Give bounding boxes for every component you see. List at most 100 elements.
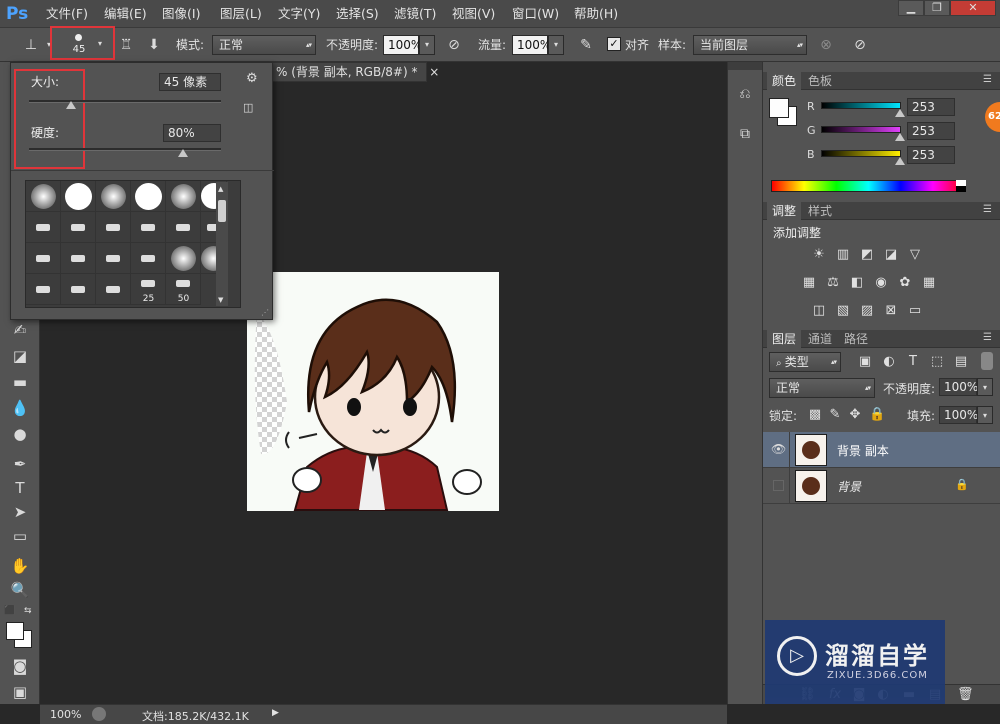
brush-preset[interactable] [96,274,131,305]
brush-preset[interactable] [166,243,201,274]
lock-all-icon[interactable]: 🔒 [869,408,885,422]
menu-view[interactable]: 视图(V) [452,0,495,28]
filter-shape-icon[interactable]: ⬚ [929,355,945,369]
panel-menu-icon[interactable]: ☰ [983,332,992,343]
tab-swatches[interactable]: 色板 [803,72,837,90]
channel-slider-thumb[interactable] [895,109,906,117]
brush-preset[interactable] [96,212,131,243]
menu-select[interactable]: 选择(S) [336,0,379,28]
clone-source-panel-icon[interactable]: ♖ [116,35,136,55]
close-icon[interactable]: ✕ [950,0,996,16]
visibility-eye-icon[interactable]: 👁 [771,442,786,456]
brush-preset[interactable] [26,274,61,305]
pressure-size-icon[interactable]: ⊘ [850,35,870,55]
invert-icon[interactable]: ◫ [811,304,827,318]
black-white-icon[interactable]: ◧ [849,276,865,290]
hardness-input[interactable]: 80% [163,124,221,142]
new-preset-icon[interactable]: ◫ [243,101,253,114]
brush-picker-dropdown-icon[interactable]: ▾ [94,35,106,55]
swap-colors-icon[interactable]: ⇆ [24,606,32,616]
tab-layers[interactable]: 图层 [767,330,802,348]
layer-name[interactable]: 背景 副本 [837,442,889,459]
tab-styles[interactable]: 样式 [803,202,837,220]
filter-toggle[interactable] [981,352,993,370]
flow-input[interactable]: 100% [512,35,551,55]
foreground-color-swatch[interactable] [6,622,24,640]
restore-icon[interactable]: ❐ [924,0,950,16]
posterize-icon[interactable]: ▧ [835,304,851,318]
clone-source-panel-icon[interactable]: ⧉ [734,124,756,144]
brush-preset[interactable] [26,243,61,274]
color-spectrum-bar[interactable] [771,180,966,192]
lock-position-icon[interactable]: ✥ [847,408,863,422]
tab-paths[interactable]: 路径 [839,330,873,348]
quick-mask-icon[interactable]: ◙ [6,654,34,678]
channel-slider-b[interactable] [821,150,901,157]
gradient-tool-icon[interactable]: ▬ [6,370,34,394]
photo-filter-icon[interactable]: ◉ [873,276,889,290]
eraser-tool-icon[interactable]: ◪ [6,344,34,368]
channel-slider-r[interactable] [821,102,901,109]
document-canvas[interactable] [247,272,499,511]
brightness-icon[interactable]: ☀ [811,248,827,262]
fill-dropdown-icon[interactable]: ▾ [977,406,993,424]
hand-tool-icon[interactable]: ✋ [6,554,34,578]
color-balance-icon[interactable]: ⚖ [825,276,841,290]
scroll-down-icon[interactable]: ▼ [218,296,223,304]
pen-tool-icon[interactable]: ✒ [6,452,34,476]
channel-slider-thumb[interactable] [895,157,906,165]
history-panel-icon[interactable]: ⎌ [734,84,756,104]
layer-row[interactable]: 背景 🔒 [763,468,1000,504]
screen-mode-icon[interactable]: ▣ [6,680,34,704]
clone-stamp-tool-icon[interactable]: ⊥ [20,35,42,55]
ignore-adjustment-layers-icon[interactable]: ⊗ [816,35,836,55]
layer-opacity-input[interactable]: 100% [939,378,978,396]
brush-preset[interactable] [131,243,166,274]
scroll-up-icon[interactable]: ▲ [218,185,223,193]
delete-layer-icon[interactable]: 🗑 [957,688,974,702]
brush-preset[interactable] [166,212,201,243]
hue-saturation-icon[interactable]: ▦ [801,276,817,290]
panel-menu-icon[interactable]: ☰ [983,74,992,85]
resize-grip-icon[interactable]: ⋰ [261,308,269,317]
menu-file[interactable]: 文件(F) [46,0,88,28]
brush-preset[interactable] [131,212,166,243]
brush-preset-picker[interactable]: 45 [64,32,94,58]
channel-slider-thumb[interactable] [895,133,906,141]
flow-dropdown-icon[interactable]: ▾ [548,35,564,55]
dodge-tool-icon[interactable]: ● [6,422,34,446]
channel-value-g[interactable]: 253 [907,122,955,140]
fill-input[interactable]: 100% [939,406,978,424]
brush-preset[interactable] [96,181,131,212]
brush-preset[interactable] [96,243,131,274]
status-info-icon[interactable] [92,707,106,721]
menu-edit[interactable]: 编辑(E) [104,0,147,28]
brush-preset[interactable]: 50 [166,274,201,305]
channel-mixer-icon[interactable]: ✿ [897,276,913,290]
menu-window[interactable]: 窗口(W) [512,0,559,28]
color-panel-foreground-swatch[interactable] [769,98,789,118]
minimize-icon[interactable]: ▁ [898,0,924,16]
default-colors-icon[interactable]: ⬛ [4,606,15,616]
layer-filter-select[interactable]: ⌕ 类型 [769,352,841,372]
pressure-opacity-icon[interactable]: ⊘ [444,35,464,55]
opacity-dropdown-icon[interactable]: ▾ [419,35,435,55]
hardness-slider-thumb[interactable] [177,149,188,157]
channel-value-b[interactable]: 253 [907,146,955,164]
layer-opacity-dropdown-icon[interactable]: ▾ [977,378,993,396]
gradient-map-icon[interactable]: ▭ [907,304,923,318]
layer-name[interactable]: 背景 [837,478,861,495]
tab-channels[interactable]: 通道 [803,330,837,348]
color-lookup-icon[interactable]: ▦ [921,276,937,290]
filter-pixel-icon[interactable]: ▣ [857,355,873,369]
brush-preset[interactable] [166,181,201,212]
menu-type[interactable]: 文字(Y) [278,0,320,28]
brush-preset[interactable] [61,181,96,212]
brush-preset[interactable] [26,181,61,212]
document-tab[interactable]: % (背景 副本, RGB/8#) * × [272,62,439,82]
brush-panel-icon[interactable]: ⬇ [144,35,164,55]
settings-gear-icon[interactable]: ⚙ [246,71,258,86]
tab-adjustments[interactable]: 调整 [767,202,802,220]
type-tool-icon[interactable]: T [6,476,34,500]
channel-value-r[interactable]: 253 [907,98,955,116]
